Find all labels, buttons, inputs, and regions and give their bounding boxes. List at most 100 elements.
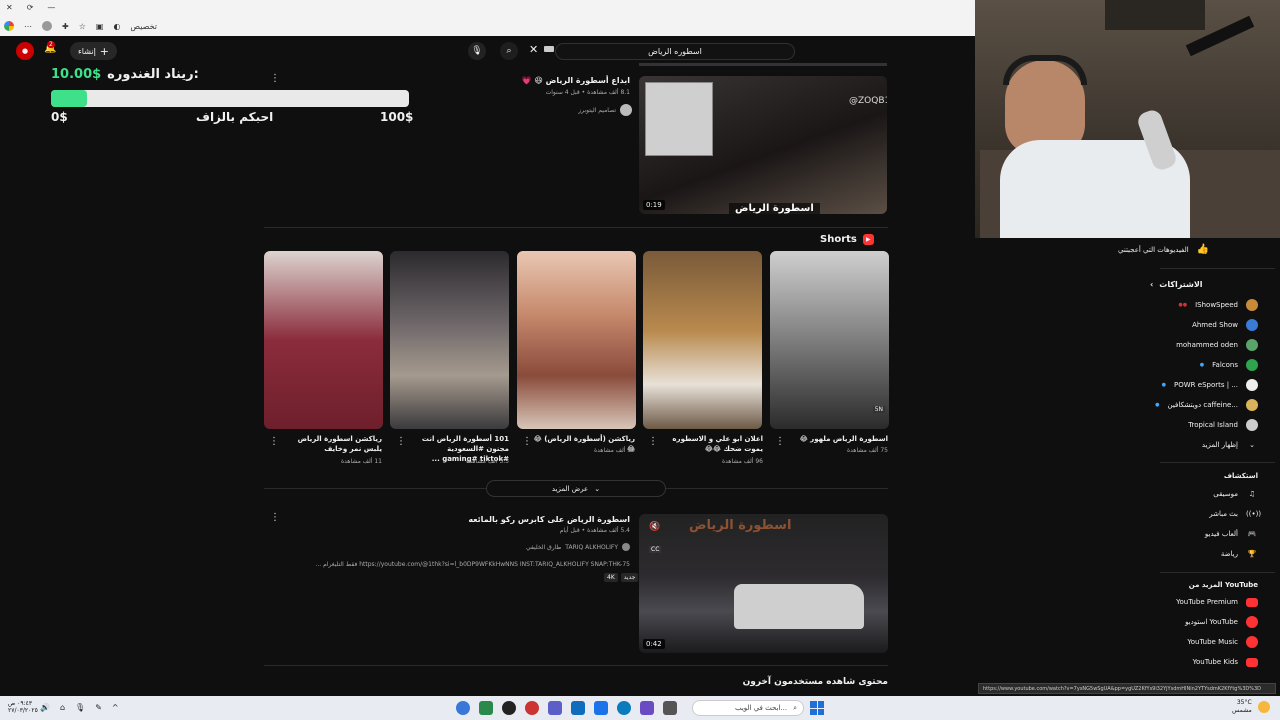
sidebar-show-more[interactable]: إظهار المزيد ⌄ <box>1118 435 1258 455</box>
app-icon[interactable] <box>640 701 654 715</box>
tab-label[interactable]: تخصيص <box>130 22 157 31</box>
sidebar-item-label: استوديو YouTube <box>1185 618 1238 626</box>
sidebar-item-sports[interactable]: رياضة 🏆 <box>1118 544 1258 564</box>
previous-thumb-edge <box>639 63 887 66</box>
sidebar-item-gaming[interactable]: ألعاب فيديو 🎮 <box>1118 524 1258 544</box>
short-thumbnail[interactable] <box>643 251 762 429</box>
show-more-button[interactable]: عرض المزيد ⌄ <box>486 480 666 497</box>
sidebar-item-live[interactable]: بث مباشر ((•)) <box>1118 504 1261 524</box>
create-button[interactable]: إنشاء + <box>70 42 118 60</box>
video-title[interactable]: اسطورة الرياض على كابرس ركو بالمائعه <box>400 515 630 524</box>
teams-app-icon[interactable] <box>548 701 562 715</box>
donation-progress-bar <box>51 90 409 107</box>
clear-search-icon[interactable]: ✕ <box>529 43 538 56</box>
sidebar-item-label: الفيديوهات التي أعجبتني <box>1118 245 1189 254</box>
video-channel[interactable]: طارق الخليفي TARIQ ALKHOLIFY <box>470 543 630 551</box>
short-menu-icon[interactable]: ⋮ <box>775 436 785 447</box>
donation-menu-icon[interactable]: ⋮ <box>270 73 280 84</box>
short-thumbnail[interactable]: 5N <box>770 251 889 429</box>
voice-search-icon[interactable]: 🎙 <box>468 42 486 60</box>
music-icon: ♫ <box>1248 490 1256 498</box>
search-icon[interactable]: ⌕ <box>500 42 518 60</box>
short-menu-icon[interactable]: ⋮ <box>269 436 279 447</box>
close-icon[interactable]: ✕ <box>6 3 13 13</box>
sub-name: دويتشكافين caffeine... <box>1167 401 1238 409</box>
short-thumbnail[interactable] <box>264 251 383 429</box>
short-title[interactable]: اعلان ابو علي و الاسطوره يموت ضحك 😂😂 <box>658 434 763 454</box>
pen-icon[interactable]: ✎ <box>95 703 102 712</box>
sidebar-item-sub[interactable]: Tropical Island <box>1118 415 1258 435</box>
obs-app-icon[interactable] <box>502 701 516 715</box>
sidebar-item-kids[interactable]: YouTube Kids <box>1118 652 1258 672</box>
short-title[interactable]: رياكشن اسطورة الرياض يلبس نمر وخايف <box>277 434 382 454</box>
short-thumbnail[interactable] <box>390 251 509 429</box>
sidebar-item-sub[interactable]: mohammed oden <box>1118 335 1258 355</box>
keyboard-icon[interactable] <box>544 46 554 52</box>
app-icon[interactable] <box>594 701 608 715</box>
video-channel[interactable]: تصاميم اليتوبرز <box>520 104 632 116</box>
sidebar-item-premium[interactable]: YouTube Premium <box>1118 592 1258 612</box>
short-views: 75 ألف مشاهدة <box>846 447 888 454</box>
app-icon[interactable] <box>663 701 677 715</box>
captions-icon[interactable]: CC <box>649 546 662 553</box>
taskbar-clock[interactable]: ٠٩:٤٣ ص ٢٧/٠٣/٢٠٢٥ <box>8 700 38 714</box>
sidebar-item-sub[interactable]: Ahmed Show <box>1118 315 1258 335</box>
sidebar-item-label: ألعاب فيديو <box>1204 530 1238 538</box>
collections-icon[interactable]: ▣ <box>96 22 104 31</box>
profile-icon[interactable] <box>42 21 52 31</box>
customize-icon[interactable]: ◐ <box>113 22 120 31</box>
sidebar-item-studio[interactable]: استوديو YouTube <box>1118 612 1258 632</box>
minimize-icon[interactable]: — <box>47 3 55 13</box>
more-icon[interactable]: ⋯ <box>24 22 32 31</box>
sidebar-item-sub[interactable]: ● دويتشكافين caffeine... <box>1118 395 1258 415</box>
chrome-app-icon[interactable] <box>456 701 470 715</box>
divider <box>264 665 888 666</box>
start-icon[interactable] <box>810 701 824 715</box>
network-icon[interactable]: ⌂ <box>60 703 65 712</box>
short-menu-icon[interactable]: ⋮ <box>522 436 532 447</box>
video-thumbnail[interactable]: @ZOQB1 اسطورة الرياض 0:19 <box>639 76 887 214</box>
chevron-left-icon: ‹ <box>1150 280 1154 289</box>
sidebar-item-music-app[interactable]: YouTube Music <box>1118 632 1258 652</box>
taskbar-search[interactable]: ابحث في الويب... ⌕ <box>692 700 804 716</box>
mic-tray-icon[interactable]: 🎙 <box>75 703 85 712</box>
youtube-music-icon <box>1246 636 1258 648</box>
youtube-kids-icon <box>1246 657 1258 667</box>
short-title[interactable]: اسطورة الرياض ملهور 😂 <box>783 434 888 444</box>
short-menu-icon[interactable]: ⋮ <box>396 436 406 447</box>
sidebar-item-sub[interactable]: ●● IShowSpeed <box>1118 295 1258 315</box>
video-menu-icon[interactable]: ⋮ <box>270 512 280 523</box>
avatar[interactable]: ● <box>16 42 34 60</box>
avatar <box>1246 319 1258 331</box>
sidebar-item-sub[interactable]: ● Falcons <box>1118 355 1258 375</box>
favorites-icon[interactable]: ☆ <box>79 22 86 31</box>
weather-desc: مشمس <box>1232 707 1252 714</box>
donation-min: 0$ <box>51 110 68 124</box>
edge-app-icon[interactable] <box>617 701 631 715</box>
avatar <box>1246 379 1258 391</box>
app-icon[interactable] <box>525 701 539 715</box>
headset-band <box>1003 55 1087 85</box>
volume-icon[interactable]: 🔊 <box>40 703 50 712</box>
video-duration: 0:42 <box>643 639 665 649</box>
short-thumbnail[interactable] <box>517 251 636 429</box>
sub-name: Falcons <box>1212 361 1238 369</box>
window-controls: ✕ ⟳ — <box>6 3 55 13</box>
short-views: 11 ألف مشاهدة <box>340 458 382 465</box>
mute-icon[interactable]: 🔇 <box>649 522 660 532</box>
outlook-app-icon[interactable] <box>571 701 585 715</box>
search-input[interactable]: اسطوره الرياض <box>555 43 795 60</box>
app-icon[interactable] <box>479 701 493 715</box>
short-menu-icon[interactable]: ⋮ <box>648 436 658 447</box>
chevron-up-icon[interactable]: ^ <box>112 703 119 712</box>
video-thumbnail[interactable]: اسطورة الرياض 🔇 CC 0:42 <box>639 514 888 653</box>
weather-widget[interactable]: 35°C مشمس <box>1232 699 1252 715</box>
sidebar-item-music[interactable]: موسيقى ♫ <box>1118 484 1258 504</box>
video-title[interactable]: ابداع أسطورة الرياض 😆 💗 <box>440 76 630 85</box>
sidebar-item-liked[interactable]: الفيديوهات التي أعجبتني 👍 <box>1118 244 1209 255</box>
extensions-icon[interactable]: ✚ <box>62 22 69 31</box>
refresh-icon[interactable]: ⟳ <box>27 3 34 13</box>
donation-amount: 10.00$ <box>51 67 102 82</box>
sidebar-subscriptions-header[interactable]: ‹ الاشتراكات <box>1150 280 1203 289</box>
sidebar-item-sub[interactable]: ● POWR eSports | ... <box>1118 375 1258 395</box>
